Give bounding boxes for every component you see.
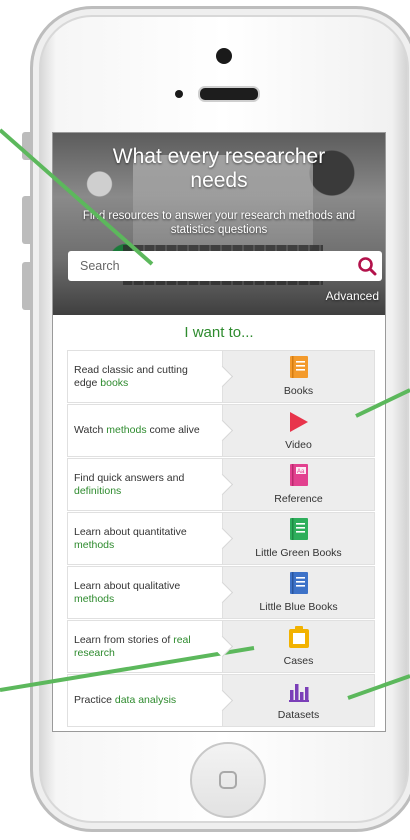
search-input[interactable] bbox=[68, 250, 352, 282]
hero-title: What every researcher needs bbox=[112, 145, 326, 192]
resource-row-reference: Find quick answers and definitions Aa Re… bbox=[53, 458, 385, 511]
earpiece-speaker bbox=[198, 86, 260, 102]
home-button-icon bbox=[219, 771, 237, 789]
search-icon[interactable] bbox=[352, 251, 382, 281]
hero-subtitle: Find resources to answer your research m… bbox=[82, 210, 356, 236]
resource-row-video: Watch methods come alive Video bbox=[53, 404, 385, 457]
i-want-heading: I want to... bbox=[184, 324, 254, 341]
resource-button-cases[interactable]: Cases bbox=[222, 620, 375, 673]
book-icon bbox=[289, 354, 308, 378]
resource-description[interactable]: Learn about quantitative methods bbox=[67, 512, 222, 565]
resource-row-datasets: Practice data analysis Datasets bbox=[53, 674, 385, 727]
resource-label: Cases bbox=[283, 655, 314, 667]
resource-row-little-blue-books: Learn about qualitative methods Little B… bbox=[53, 566, 385, 619]
play-icon bbox=[289, 408, 308, 432]
resource-button-books[interactable]: Books bbox=[222, 350, 375, 403]
resource-description[interactable]: Read classic and cutting edge books bbox=[67, 350, 222, 403]
resource-label: Datasets bbox=[277, 709, 320, 721]
resource-button-reference[interactable]: Aa Reference bbox=[222, 458, 375, 511]
resource-label: Little Green Books bbox=[255, 547, 342, 559]
svg-text:Aa: Aa bbox=[297, 469, 305, 475]
resource-description[interactable]: Find quick answers and definitions bbox=[67, 458, 222, 511]
case-icon bbox=[288, 624, 309, 648]
bar-chart-icon bbox=[288, 678, 309, 702]
resource-button-little-blue-books[interactable]: Little Blue Books bbox=[222, 566, 375, 619]
proximity-sensor bbox=[175, 90, 183, 98]
phone-screen: What every researcher needs Find resourc… bbox=[52, 132, 386, 732]
resource-label: Video bbox=[285, 439, 312, 451]
resource-description[interactable]: Learn about qualitative methods bbox=[67, 566, 222, 619]
resource-label: Books bbox=[283, 385, 314, 397]
home-button[interactable] bbox=[190, 742, 266, 818]
resource-row-books: Read classic and cutting edge books Book… bbox=[53, 350, 385, 403]
advanced-search-link[interactable]: Advanced bbox=[326, 289, 379, 303]
hero-banner: What every researcher needs Find resourc… bbox=[53, 133, 385, 315]
resource-label: Little Blue Books bbox=[259, 601, 338, 613]
resource-button-video[interactable]: Video bbox=[222, 404, 375, 457]
resource-row-little-green-books: Learn about quantitative methods Little … bbox=[53, 512, 385, 565]
resource-description[interactable]: Watch methods come alive bbox=[67, 404, 222, 457]
green-book-icon bbox=[289, 516, 308, 540]
resource-button-datasets[interactable]: Datasets bbox=[222, 674, 375, 727]
front-camera bbox=[216, 48, 232, 64]
reference-icon: Aa bbox=[289, 462, 308, 486]
resource-button-little-green-books[interactable]: Little Green Books bbox=[222, 512, 375, 565]
search-box bbox=[68, 250, 382, 282]
resource-list: Read classic and cutting edge books Book… bbox=[53, 350, 385, 727]
resource-description[interactable]: Practice data analysis bbox=[67, 674, 222, 727]
resource-row-cases: Learn from stories of real research Case… bbox=[53, 620, 385, 673]
blue-book-icon bbox=[289, 570, 308, 594]
resource-label: Reference bbox=[274, 493, 323, 505]
resource-description[interactable]: Learn from stories of real research bbox=[67, 620, 222, 673]
